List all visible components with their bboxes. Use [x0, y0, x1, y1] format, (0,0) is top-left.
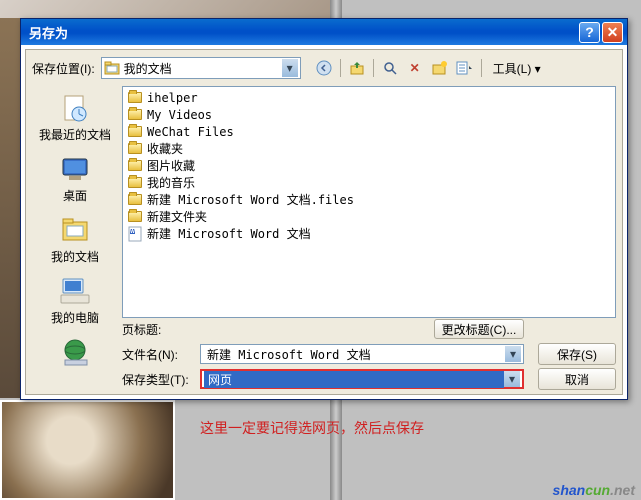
separator [373, 59, 374, 77]
new-folder-button[interactable] [429, 57, 451, 79]
save-button[interactable]: 保存(S) [538, 343, 616, 365]
location-label: 保存位置(I): [32, 60, 95, 77]
help-button[interactable]: ? [579, 22, 600, 43]
filename-value: 新建 Microsoft Word 文档 [203, 346, 505, 363]
folder-icon [127, 158, 143, 174]
close-button[interactable]: ✕ [602, 22, 623, 43]
sidebar-item-recent[interactable]: 我最近的文档 [32, 90, 118, 145]
background-decor [0, 0, 330, 18]
recent-docs-icon [59, 92, 91, 124]
word-doc-icon: W [127, 226, 143, 242]
dialog-title: 另存为 [25, 23, 577, 42]
dialog-body: 保存位置(I): 我的文档 ▾ ✕ 工具(L) ▾ [25, 49, 623, 395]
dialog-titlebar[interactable]: 另存为 ? ✕ [21, 19, 627, 45]
list-item[interactable]: My Videos [125, 106, 613, 123]
folder-icon [127, 90, 143, 106]
desktop-icon [59, 153, 91, 185]
search-icon [382, 60, 398, 76]
filename-label: 文件名(N): [122, 346, 194, 363]
filetype-value: 网页 [204, 371, 504, 388]
background-decor [0, 18, 20, 398]
file-list[interactable]: ihelper My Videos WeChat Files 收藏夹 图片收藏 … [122, 86, 616, 318]
list-item[interactable]: ihelper [125, 89, 613, 106]
back-button[interactable] [313, 57, 335, 79]
location-value: 我的文档 [124, 60, 282, 77]
search-button[interactable] [379, 57, 401, 79]
location-toolbar: 保存位置(I): 我的文档 ▾ ✕ 工具(L) ▾ [32, 56, 616, 80]
folder-icon [127, 107, 143, 123]
up-folder-icon [349, 60, 365, 76]
list-item[interactable]: W新建 Microsoft Word 文档 [125, 225, 613, 242]
folder-icon [127, 209, 143, 225]
my-documents-icon [59, 214, 91, 246]
filetype-dropdown[interactable]: 网页 ▾ [200, 369, 524, 389]
sidebar-item-desktop[interactable]: 桌面 [32, 151, 118, 206]
list-item[interactable]: 新建 Microsoft Word 文档.files [125, 191, 613, 208]
list-item[interactable]: WeChat Files [125, 123, 613, 140]
tools-menu[interactable]: 工具(L) ▾ [487, 60, 547, 77]
sidebar-item-label: 我的电脑 [51, 309, 99, 326]
folder-icon [127, 192, 143, 208]
background-cat-image [0, 400, 175, 500]
toolbar-icons: ✕ 工具(L) ▾ [313, 57, 547, 79]
list-item[interactable]: 新建文件夹 [125, 208, 613, 225]
dropdown-arrow-icon: ▾ [504, 371, 520, 387]
folder-icon [127, 141, 143, 157]
back-icon [316, 60, 332, 76]
annotation-text: 这里一定要记得选网页，然后点保存 [200, 418, 424, 438]
list-item[interactable]: 图片收藏 [125, 157, 613, 174]
save-as-dialog: 另存为 ? ✕ 保存位置(I): 我的文档 ▾ ✕ [20, 18, 628, 400]
cancel-button[interactable]: 取消 [538, 368, 616, 390]
new-folder-icon [432, 60, 448, 76]
sidebar-item-computer[interactable]: 我的电脑 [32, 273, 118, 328]
sidebar-item-label: 我的文档 [51, 248, 99, 265]
places-sidebar: 我最近的文档 桌面 我的文档 我的电脑 [32, 86, 118, 322]
location-dropdown[interactable]: 我的文档 ▾ [101, 57, 301, 79]
views-icon [456, 60, 474, 76]
network-icon [59, 336, 91, 368]
dropdown-arrow-icon: ▾ [505, 346, 521, 362]
separator [481, 59, 482, 77]
up-button[interactable] [346, 57, 368, 79]
filetype-label: 保存类型(T): [122, 371, 194, 388]
delete-icon: ✕ [410, 61, 420, 75]
views-button[interactable] [454, 57, 476, 79]
sidebar-item-network[interactable] [32, 334, 118, 372]
change-title-button[interactable]: 更改标题(C)... [434, 319, 524, 339]
folder-icon [104, 60, 120, 76]
folder-icon [127, 124, 143, 140]
delete-button[interactable]: ✕ [404, 57, 426, 79]
page-title-label: 页标题: [122, 321, 194, 338]
watermark: shancun.net [553, 482, 635, 498]
folder-icon [127, 175, 143, 191]
separator [340, 59, 341, 77]
close-icon: ✕ [607, 24, 619, 41]
list-item[interactable]: 我的音乐 [125, 174, 613, 191]
filename-dropdown[interactable]: 新建 Microsoft Word 文档 ▾ [200, 344, 524, 364]
sidebar-item-label: 桌面 [63, 187, 87, 204]
bottom-fields: 页标题: 更改标题(C)... 文件名(N): 新建 Microsoft Wor… [122, 318, 616, 390]
my-computer-icon [59, 275, 91, 307]
svg-text:W: W [130, 229, 135, 235]
sidebar-item-documents[interactable]: 我的文档 [32, 212, 118, 267]
sidebar-item-label: 我最近的文档 [39, 126, 111, 143]
dropdown-arrow-icon: ▾ [282, 59, 298, 77]
help-icon: ? [585, 24, 594, 40]
list-item[interactable]: 收藏夹 [125, 140, 613, 157]
